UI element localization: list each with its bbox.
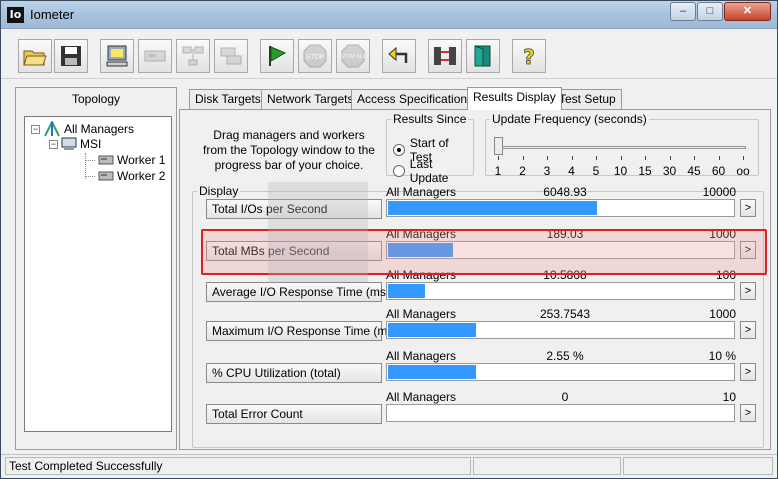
tree-label-worker: Worker 1: [117, 153, 166, 167]
topology-panel: Topology − All Managers − MSI Worker 1 W…: [15, 87, 177, 450]
watermark-logo: [268, 182, 368, 282]
metric-more-button[interactable]: >: [740, 321, 756, 339]
title-bar[interactable]: Io Iometer – □ ✕: [1, 1, 777, 29]
metric-bar-fill: [388, 323, 476, 337]
reset-workers-button[interactable]: [382, 39, 416, 73]
svg-text:?: ?: [523, 45, 535, 69]
computer-icon: [61, 137, 77, 150]
iometer-window: Io Iometer – □ ✕ STOP STOP ALL ? Topolog…: [0, 0, 778, 479]
svg-text:STOP: STOP: [306, 54, 325, 61]
tree-label-all-managers: All Managers: [64, 122, 135, 136]
exit-button[interactable]: [466, 39, 500, 73]
tab-test-setup[interactable]: Test Setup: [553, 89, 622, 109]
green-flag-icon: [269, 46, 287, 66]
status-cell-2: [473, 457, 621, 475]
app-icon: Io: [7, 7, 24, 23]
metric-progress-bar: [386, 363, 735, 381]
duplicate-worker-button[interactable]: [214, 39, 248, 73]
stop-sign-icon: STOP: [303, 44, 327, 68]
metric-bar-fill: [388, 201, 597, 215]
disk-worker-icon: [98, 171, 114, 181]
metric-max: 1000: [709, 307, 736, 321]
tree-item-worker-2[interactable]: Worker 2: [85, 169, 165, 183]
network-worker-icon: [182, 46, 204, 66]
stop-all-icon: STOP ALL: [340, 44, 366, 68]
tab-network-targets[interactable]: Network Targets: [261, 89, 360, 109]
network-icon: [44, 121, 60, 137]
metric-more-button[interactable]: >: [740, 363, 756, 381]
close-button[interactable]: ✕: [724, 2, 771, 21]
duplicate-worker-icon: [220, 47, 242, 65]
start-new-manager-button[interactable]: [100, 39, 134, 73]
topology-title: Topology: [71, 92, 121, 106]
topology-tree: − All Managers − MSI Worker 1 Worker 2: [24, 116, 172, 432]
disconnect-icon: [434, 47, 456, 65]
computer-icon: [106, 45, 128, 67]
metric-value: 253.7543: [539, 307, 591, 321]
metric-value: 2.55 %: [546, 349, 584, 363]
metric-max: 10000: [702, 185, 736, 199]
stop-test-button[interactable]: STOP: [298, 39, 332, 73]
metric-max: 10 %: [708, 349, 736, 363]
tree-label-worker: Worker 2: [117, 169, 166, 183]
metric-more-button[interactable]: >: [740, 199, 756, 217]
floppy-disk-icon: [61, 46, 81, 66]
metric-source: All Managers: [386, 185, 457, 199]
metric-source: All Managers: [386, 307, 457, 321]
open-config-button[interactable]: [18, 39, 52, 73]
about-button[interactable]: ?: [512, 39, 546, 73]
metric-select-button[interactable]: Average I/O Response Time (ms): [206, 282, 390, 302]
tab-disk-targets[interactable]: Disk Targets: [189, 89, 267, 109]
tree-label-manager: MSI: [80, 137, 102, 151]
metric-select-button[interactable]: Maximum I/O Response Time (ms): [206, 321, 397, 341]
collapse-icon[interactable]: −: [31, 124, 40, 134]
toolbar: STOP STOP ALL ?: [1, 29, 777, 79]
metric-more-button[interactable]: >: [740, 282, 756, 300]
disconnect-managers-button[interactable]: [428, 39, 462, 73]
minimize-button[interactable]: –: [670, 2, 696, 21]
metric-select-button[interactable]: Total Error Count: [206, 404, 382, 424]
question-mark-icon: ?: [523, 45, 535, 69]
start-new-disk-worker-button[interactable]: [138, 39, 172, 73]
metric-progress-bar: [386, 282, 735, 300]
metric-value: 6048.93: [543, 185, 587, 199]
reset-arrow-icon: [388, 46, 408, 63]
disk-worker-icon: [98, 155, 114, 165]
metric-progress-bar: [386, 321, 735, 339]
stop-all-button[interactable]: STOP ALL: [336, 39, 370, 73]
tree-branch: [85, 159, 95, 161]
metric-source: All Managers: [386, 349, 457, 363]
maximize-button[interactable]: □: [697, 2, 723, 21]
metric-progress-bar: [386, 404, 735, 422]
metric-bar-fill: [388, 365, 476, 379]
status-bar: Test Completed Successfully: [1, 454, 777, 478]
metric-source: All Managers: [386, 390, 457, 404]
status-cell-3: [623, 457, 773, 475]
start-new-network-worker-button[interactable]: [176, 39, 210, 73]
tab-results-display[interactable]: Results Display: [467, 87, 562, 110]
exit-door-icon: [474, 45, 491, 67]
start-tests-button[interactable]: [260, 39, 294, 73]
metric-value: 0: [561, 390, 569, 404]
window-title: Iometer: [30, 7, 75, 22]
metric-more-button[interactable]: >: [740, 404, 756, 422]
collapse-icon[interactable]: −: [49, 139, 58, 149]
svg-text:STOP ALL: STOP ALL: [340, 54, 366, 60]
tab-access-specifications[interactable]: Access Specifications: [351, 89, 480, 109]
folder-open-icon: [23, 50, 47, 66]
metric-bar-fill: [388, 284, 425, 298]
tree-branch: [85, 175, 95, 177]
metric-max: 10: [722, 390, 736, 404]
metric-select-button[interactable]: % CPU Utilization (total): [206, 363, 382, 383]
tree-item-all-managers[interactable]: − All Managers: [31, 121, 134, 137]
metric-progress-bar: [386, 199, 735, 217]
tree-item-manager[interactable]: − MSI: [49, 137, 101, 151]
save-config-button[interactable]: [54, 39, 88, 73]
tree-item-worker-1[interactable]: Worker 1: [85, 153, 165, 167]
disk-worker-icon: [144, 50, 166, 62]
status-text: Test Completed Successfully: [5, 457, 471, 475]
